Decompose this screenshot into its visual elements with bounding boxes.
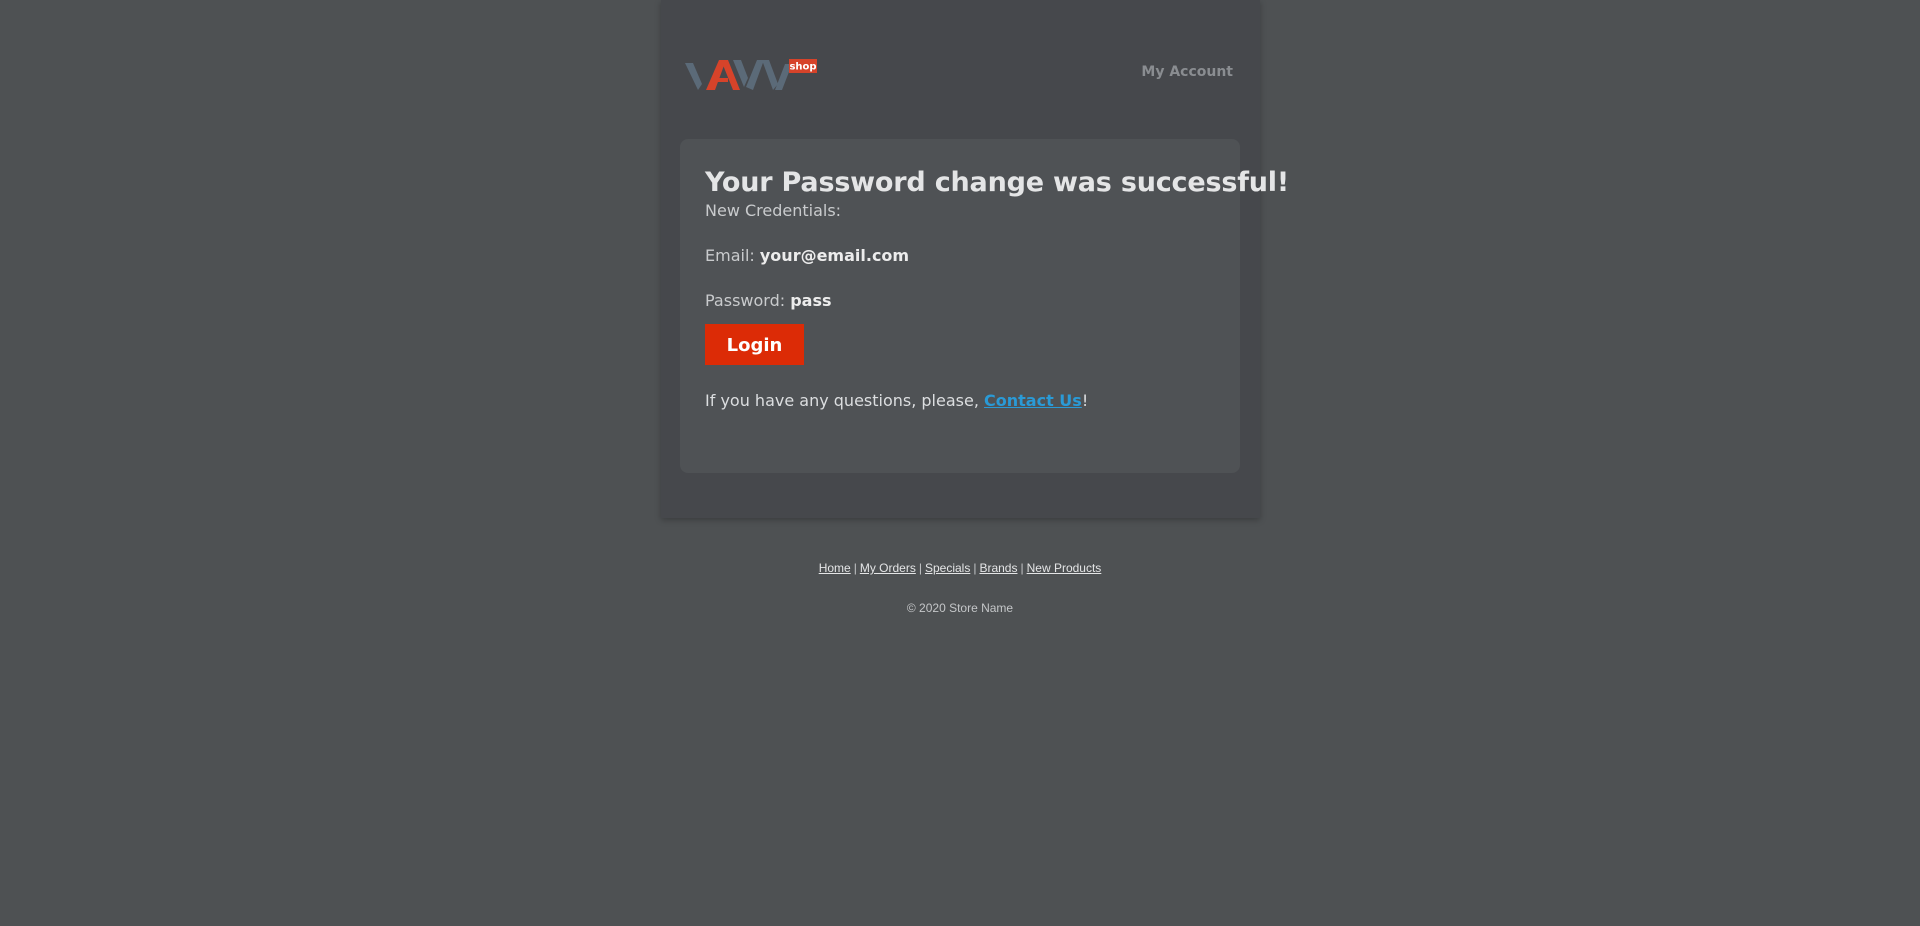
login-button[interactable]: Login [705,324,804,365]
my-account-link[interactable]: My Account [1141,64,1233,80]
questions-suffix: ! [1081,391,1089,410]
footer-separator: | [853,561,857,575]
questions-line: If you have any questions, please, Conta… [705,391,1215,411]
email-line: Email: your@email.com [705,246,1215,266]
email-container: shop My Account Your Password change was… [661,0,1289,518]
copyright-text: © 2020 Store Name [906,601,1014,615]
questions-prefix: If you have any questions, please, [705,391,979,410]
footer-link-brands[interactable]: Brands [979,561,1017,575]
footer-link-new-products[interactable]: New Products [1027,561,1102,575]
email-label: Email: [705,246,755,265]
password-label: Password: [705,291,786,310]
footer-separator: | [918,561,922,575]
email-value: your@email.com [759,246,910,265]
new-credentials-label: New Credentials: [705,201,842,220]
page-title: Your Password change was successful! [705,167,1289,198]
footer-nav: Home | My Orders | Specials | Brands | New Produ… [0,561,1920,575]
success-card: Your Password change was successful! New… [680,139,1289,473]
store-logo[interactable]: shop [685,54,817,94]
footer-link-specials[interactable]: Specials [925,561,970,575]
footer-link-home[interactable]: Home [819,561,851,575]
header: shop My Account [685,54,1233,94]
footer-separator: | [973,561,977,575]
footer-link-my-orders[interactable]: My Orders [860,561,916,575]
footer-separator: | [1020,561,1024,575]
contact-us-link[interactable]: Contact Us [984,391,1082,410]
password-value: pass [790,291,832,310]
logo-badge-text: shop [789,62,816,73]
password-line: Password: pass [705,291,1215,311]
